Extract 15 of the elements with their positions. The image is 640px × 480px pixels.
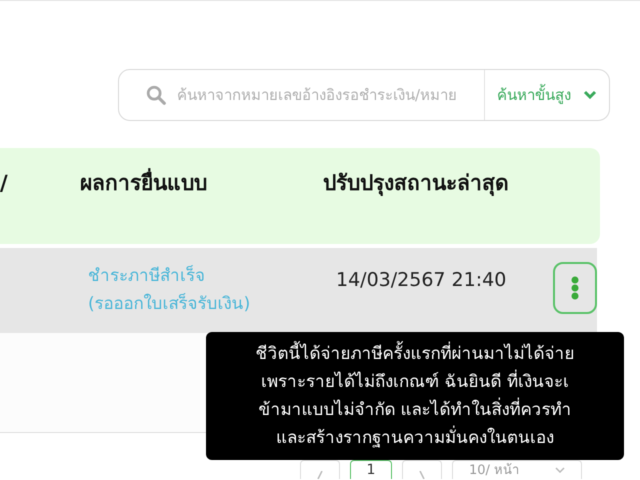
column-header: ผลการยื่นแบบ (80, 168, 323, 244)
advanced-search-button[interactable]: ค้นหาขั้นสูง (485, 70, 609, 120)
chevron-down-icon (555, 467, 565, 473)
more-vertical-icon (571, 276, 579, 300)
column-header: / (0, 170, 9, 197)
table-cell-text: 14/03/2567 21:40 (336, 268, 506, 293)
caption: ชีวิตนี้ได้จ่ายภาษีครั้งแรกที่ผ่านมาไม่ได้จ่าย เพราะรายได้ไม่ถึงเกณฑ์ ฉันยินดี ที่เงินจะเ ข้ามาแบบไม่จำกัด และได้ทำในสิ่งที่ควรทำ และสร้างรากฐานความมั่นคงในตนเอง (206, 332, 624, 460)
chevron-down-icon (583, 90, 597, 100)
search-field[interactable]: ค้นหาจากหมายเลขอ้างอิงรอชำระเงิน/หมาย ค้นหาขั้นสูง (118, 69, 610, 121)
more-button[interactable] (553, 262, 597, 314)
chevron-left-icon (317, 471, 323, 479)
status-link[interactable]: ชำระภาษีสำเร็จ (รอออกใบเสร็จรับเงิน) (88, 262, 308, 318)
column-header: ปรับปรุงสถานะล่าสุด (323, 170, 509, 198)
chevron-right-icon (419, 471, 425, 479)
search-icon (145, 84, 167, 106)
